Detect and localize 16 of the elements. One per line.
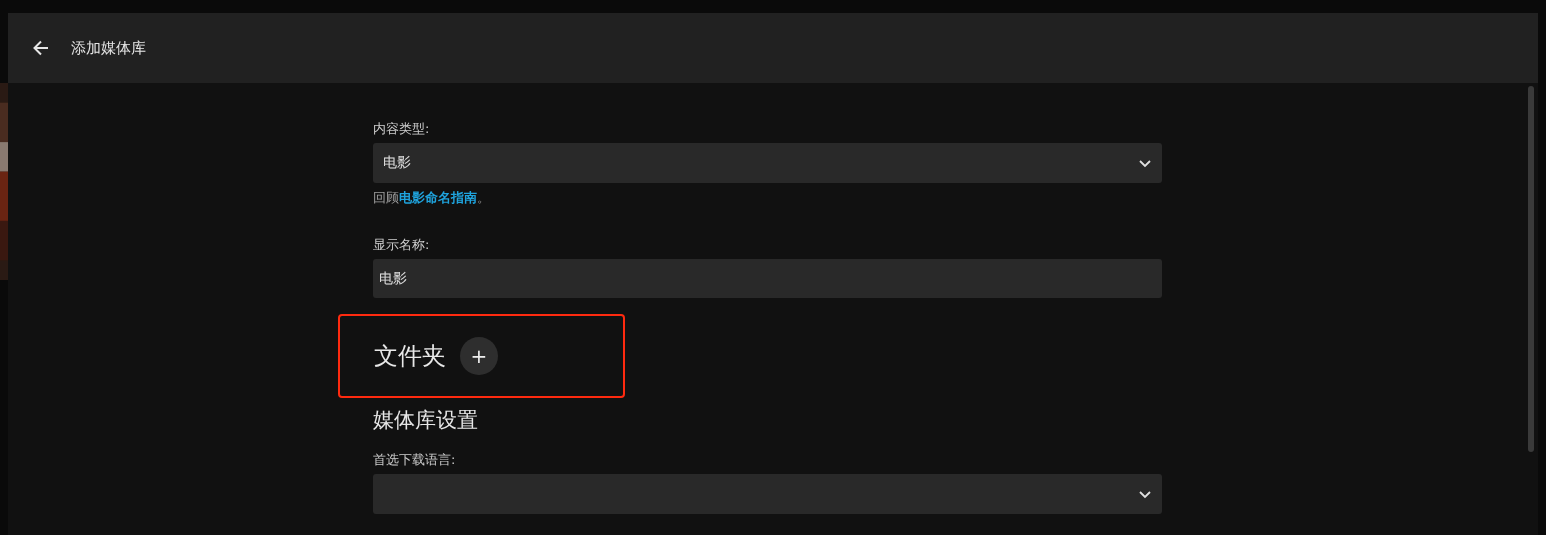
back-arrow-icon[interactable] (31, 38, 51, 58)
chevron-down-icon (1138, 157, 1152, 169)
section-heading: 媒体库设置 (373, 407, 478, 434)
add-folder-button[interactable]: + (460, 337, 498, 375)
field-label: 首选下载语言: (373, 452, 456, 468)
field-label: 内容类型: (373, 121, 430, 137)
text-field[interactable]: 电影 (373, 259, 1162, 298)
field-label: 显示名称: (373, 237, 430, 253)
dropdown[interactable] (373, 474, 1162, 514)
help-text: 回顾电影命名指南。 (373, 189, 490, 207)
chevron-down-icon (1138, 488, 1152, 500)
dropdown[interactable]: 电影 (373, 143, 1162, 183)
section-heading: 文件夹 (374, 341, 446, 372)
naming-guide-link[interactable]: 电影命名指南 (399, 190, 477, 205)
scrollbar[interactable] (1528, 86, 1534, 452)
dialog-title: 添加媒体库 (71, 38, 146, 58)
